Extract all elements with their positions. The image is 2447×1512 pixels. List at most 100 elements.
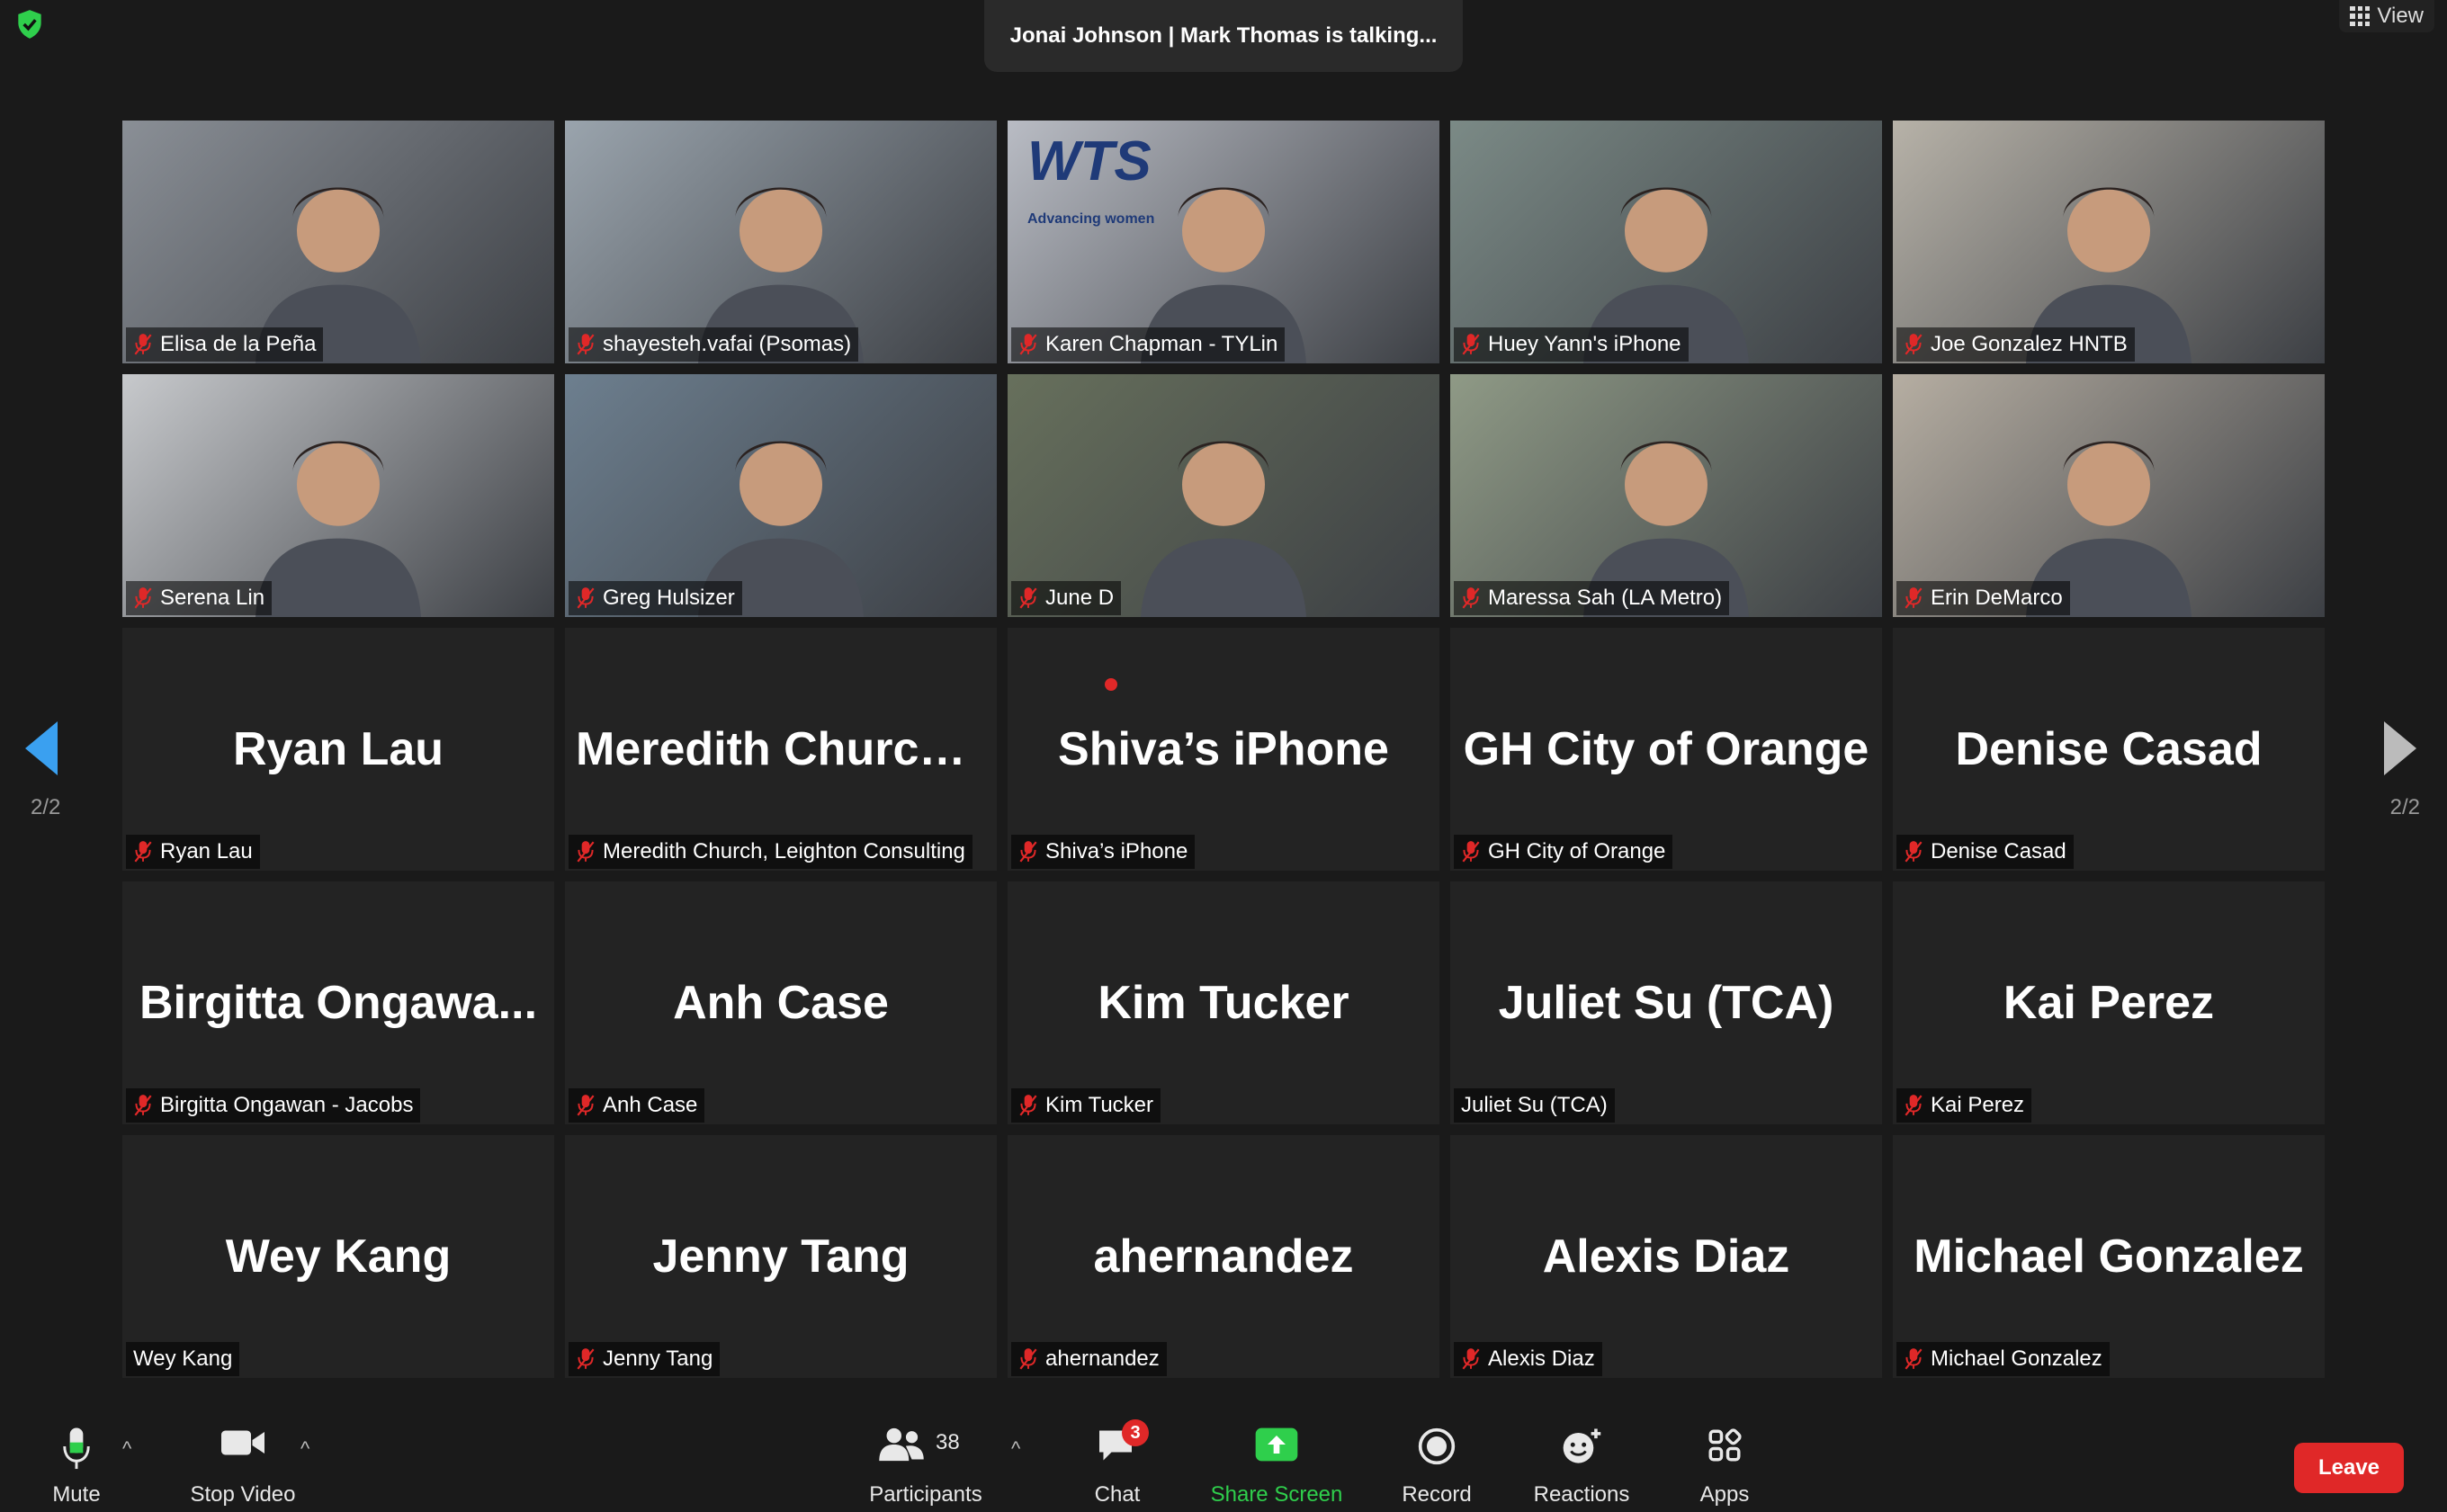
mute-button[interactable]: Mute: [45, 1427, 108, 1508]
reactions-button[interactable]: Reactions: [1529, 1427, 1634, 1508]
muted-microphone-icon: [1019, 1095, 1037, 1116]
previous-page-arrow-icon[interactable]: [25, 721, 58, 775]
participant-display-name: Shiva’s iPhone: [1058, 723, 1389, 775]
participants-icon: [879, 1427, 924, 1462]
participant-tile[interactable]: Juliet Su (TCA) Juliet Su (TCA): [1450, 881, 1882, 1124]
participant-name-tag: shayesteh.vafai (Psomas): [569, 327, 859, 362]
muted-microphone-icon: [1905, 841, 1923, 863]
participant-tile[interactable]: shayesteh.vafai (Psomas): [565, 121, 997, 363]
participant-name-tag: Karen Chapman - TYLin: [1011, 327, 1286, 362]
participant-name-tag: Michael Gonzalez: [1896, 1342, 2110, 1376]
participant-tile[interactable]: Kim Tucker Kim Tucker: [1008, 881, 1439, 1124]
participant-display-name: GH City of Orange: [1463, 723, 1869, 775]
participant-name-label: Huey Yann's iPhone: [1488, 332, 1681, 356]
participant-name-label: June D: [1045, 586, 1115, 610]
participant-tile[interactable]: Shiva’s iPhone Shiva’s iPhone: [1008, 628, 1439, 871]
leave-label: Leave: [2317, 1455, 2380, 1480]
chat-label: Chat: [1094, 1482, 1141, 1507]
participant-tile[interactable]: Anh Case Anh Case: [565, 881, 997, 1124]
participant-tile[interactable]: Serena Lin: [122, 374, 554, 617]
muted-microphone-icon: [134, 587, 152, 609]
muted-microphone-icon: [577, 841, 595, 863]
participant-name-label: Maressa Sah (LA Metro): [1488, 586, 1723, 610]
participant-name-tag: Anh Case: [569, 1088, 705, 1123]
participants-count: 38: [936, 1430, 960, 1454]
muted-microphone-icon: [1905, 587, 1923, 609]
participant-name-label: Greg Hulsizer: [603, 586, 735, 610]
participant-name-label: Denise Casad: [1931, 839, 2066, 863]
participant-name-tag: June D: [1011, 581, 1122, 615]
participant-tile[interactable]: Joe Gonzalez HNTB: [1893, 121, 2325, 363]
participant-display-name: Michael Gonzalez: [1914, 1230, 2304, 1283]
participant-tile[interactable]: Meredith Church... Meredith Church, Leigh…: [565, 628, 997, 871]
active-speaker-banner: Jonai Johnson | Mark Thomas is talking..…: [984, 0, 1463, 72]
participant-tile[interactable]: Elisa de la Peña: [122, 121, 554, 363]
participant-name-tag: Jenny Tang: [569, 1342, 721, 1376]
participant-name-label: shayesteh.vafai (Psomas): [603, 332, 852, 356]
participant-tile[interactable]: Ryan Lau Ryan Lau: [122, 628, 554, 871]
background-logo-tagline: Advancing women: [1027, 211, 1155, 227]
view-label: View: [2377, 4, 2424, 28]
participant-name-label: Wey Kang: [133, 1346, 233, 1371]
participant-tile[interactable]: Maressa Sah (LA Metro): [1450, 374, 1882, 617]
participant-name-tag: Shiva’s iPhone: [1011, 835, 1196, 869]
participant-name-tag: Serena Lin: [126, 581, 273, 615]
participant-tile[interactable]: ahernandez ahernandez: [1008, 1135, 1439, 1378]
participant-tile[interactable]: GH City of Orange GH City of Orange: [1450, 628, 1882, 871]
recording-dot-icon: [1105, 678, 1117, 691]
participant-tile[interactable]: Birgitta Ongawa... Birgitta Ongawan - Jac…: [122, 881, 554, 1124]
participant-tile[interactable]: Alexis Diaz Alexis Diaz: [1450, 1135, 1882, 1378]
muted-microphone-icon: [1019, 1348, 1037, 1370]
reactions-label: Reactions: [1533, 1482, 1630, 1507]
participants-button[interactable]: 38 Participants: [867, 1427, 984, 1508]
participant-tile[interactable]: Huey Yann's iPhone: [1450, 121, 1882, 363]
participants-options-caret-icon[interactable]: ^: [1011, 1437, 1020, 1461]
muted-microphone-icon: [1019, 841, 1037, 863]
participant-name-tag: Denise Casad: [1896, 835, 2074, 869]
muted-microphone-icon: [577, 1348, 595, 1370]
participant-name-label: Michael Gonzalez: [1931, 1346, 2102, 1371]
share-screen-button[interactable]: Share Screen: [1209, 1427, 1344, 1508]
participants-label: Participants: [869, 1482, 982, 1507]
participant-name-tag: Kim Tucker: [1011, 1088, 1161, 1123]
muted-microphone-icon: [1462, 841, 1480, 863]
video-options-caret-icon[interactable]: ^: [300, 1437, 309, 1461]
participant-display-name: Meredith Church...: [576, 723, 987, 775]
participant-name-tag: Birgitta Ongawan - Jacobs: [126, 1088, 421, 1123]
participant-display-name: Anh Case: [673, 977, 889, 1029]
record-button[interactable]: Record: [1396, 1427, 1477, 1508]
participant-display-name: Kai Perez: [2003, 977, 2215, 1029]
active-speaker-text: Jonai Johnson | Mark Thomas is talking..…: [1009, 23, 1438, 48]
muted-microphone-icon: [1905, 334, 1923, 355]
participant-name-label: Erin DeMarco: [1931, 586, 2063, 610]
view-button[interactable]: View: [2339, 0, 2434, 32]
participant-display-name: Wey Kang: [225, 1230, 452, 1283]
leave-button[interactable]: Leave: [2294, 1443, 2404, 1493]
muted-microphone-icon: [1462, 587, 1480, 609]
participant-name-tag: Greg Hulsizer: [569, 581, 742, 615]
muted-microphone-icon: [134, 334, 152, 355]
participant-tile[interactable]: Wey Kang Wey Kang: [122, 1135, 554, 1378]
participant-tile[interactable]: Jenny Tang Jenny Tang: [565, 1135, 997, 1378]
audio-options-caret-icon[interactable]: ^: [122, 1437, 131, 1461]
participant-name-label: Kai Perez: [1931, 1093, 2025, 1117]
encryption-shield-icon[interactable]: [13, 7, 47, 41]
next-page-arrow-icon[interactable]: [2384, 721, 2416, 775]
participant-tile[interactable]: Erin DeMarco: [1893, 374, 2325, 617]
record-icon: [1418, 1427, 1456, 1465]
participant-tile[interactable]: Michael Gonzalez Michael Gonzalez: [1893, 1135, 2325, 1378]
participant-tile[interactable]: June D: [1008, 374, 1439, 617]
muted-microphone-icon: [1462, 334, 1480, 355]
participant-name-label: Alexis Diaz: [1488, 1346, 1595, 1371]
participant-name-label: Juliet Su (TCA): [1461, 1093, 1608, 1117]
participant-tile[interactable]: Kai Perez Kai Perez: [1893, 881, 2325, 1124]
muted-microphone-icon: [577, 334, 595, 355]
share-screen-icon: [1255, 1427, 1298, 1462]
stop-video-button[interactable]: Stop Video: [187, 1427, 299, 1508]
participant-tile[interactable]: WTS Advancing women Karen Chapman - TYLin: [1008, 121, 1439, 363]
participant-tile[interactable]: Greg Hulsizer: [565, 374, 997, 617]
chat-button[interactable]: 3 Chat: [1081, 1419, 1153, 1508]
participant-tile[interactable]: Denise Casad Denise Casad: [1893, 628, 2325, 871]
apps-button[interactable]: Apps: [1691, 1427, 1758, 1508]
apps-label: Apps: [1699, 1482, 1750, 1507]
